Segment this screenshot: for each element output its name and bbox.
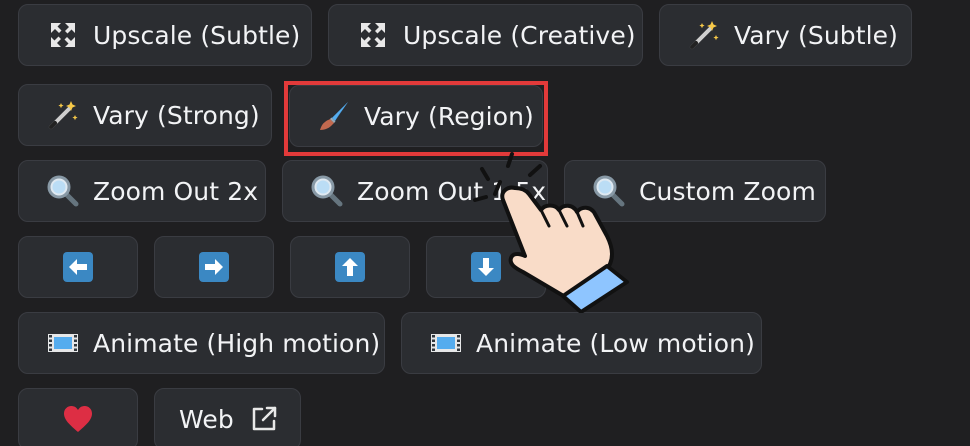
expand-arrows-icon [47,19,79,51]
upscale-subtle-button[interactable]: Upscale (Subtle) [18,4,312,66]
animate-low-motion-label: Animate (Low motion) [476,328,755,358]
upscale-creative-button[interactable]: Upscale (Creative) [328,4,643,66]
custom-zoom-button[interactable]: Custom Zoom [564,160,826,222]
like-button[interactable] [18,388,138,446]
pan-up-button[interactable] [290,236,410,298]
custom-zoom-label: Custom Zoom [639,176,816,206]
vary-region-label: Vary (Region) [364,101,534,131]
arrow-left-icon [62,251,94,283]
animate-low-motion-button[interactable]: Animate (Low motion) [401,312,762,374]
external-link-icon [248,403,280,435]
zoom-out-1-5x-button[interactable]: Zoom Out 1.5x [282,160,548,222]
vary-subtle-label: Vary (Subtle) [734,20,899,50]
film-strip-icon [430,327,462,359]
zoom-out-1-5x-label: Zoom Out 1.5x [357,176,547,206]
vary-region-button[interactable]: Vary (Region) [289,85,543,147]
upscale-creative-label: Upscale (Creative) [403,20,636,50]
animate-high-motion-label: Animate (High motion) [93,328,381,358]
web-button[interactable]: Web [154,388,301,446]
magnifier-icon [47,175,79,207]
pan-right-button[interactable] [154,236,274,298]
arrow-up-icon [334,251,366,283]
magnifier-icon [593,175,625,207]
paintbrush-icon [318,100,350,132]
magic-wand-icon [688,19,720,51]
expand-arrows-icon [357,19,389,51]
magnifier-icon [311,175,343,207]
heart-icon [62,403,94,435]
vary-subtle-button[interactable]: Vary (Subtle) [659,4,912,66]
zoom-out-2x-label: Zoom Out 2x [93,176,259,206]
arrow-down-icon [470,251,502,283]
upscale-subtle-label: Upscale (Subtle) [93,20,301,50]
zoom-out-2x-button[interactable]: Zoom Out 2x [18,160,266,222]
arrow-right-icon [198,251,230,283]
web-label: Web [179,404,234,434]
film-strip-icon [47,327,79,359]
pan-down-button[interactable] [426,236,546,298]
vary-strong-button[interactable]: Vary (Strong) [18,84,272,146]
vary-strong-label: Vary (Strong) [93,100,260,130]
animate-high-motion-button[interactable]: Animate (High motion) [18,312,385,374]
magic-wand-icon [47,99,79,131]
pan-left-button[interactable] [18,236,138,298]
